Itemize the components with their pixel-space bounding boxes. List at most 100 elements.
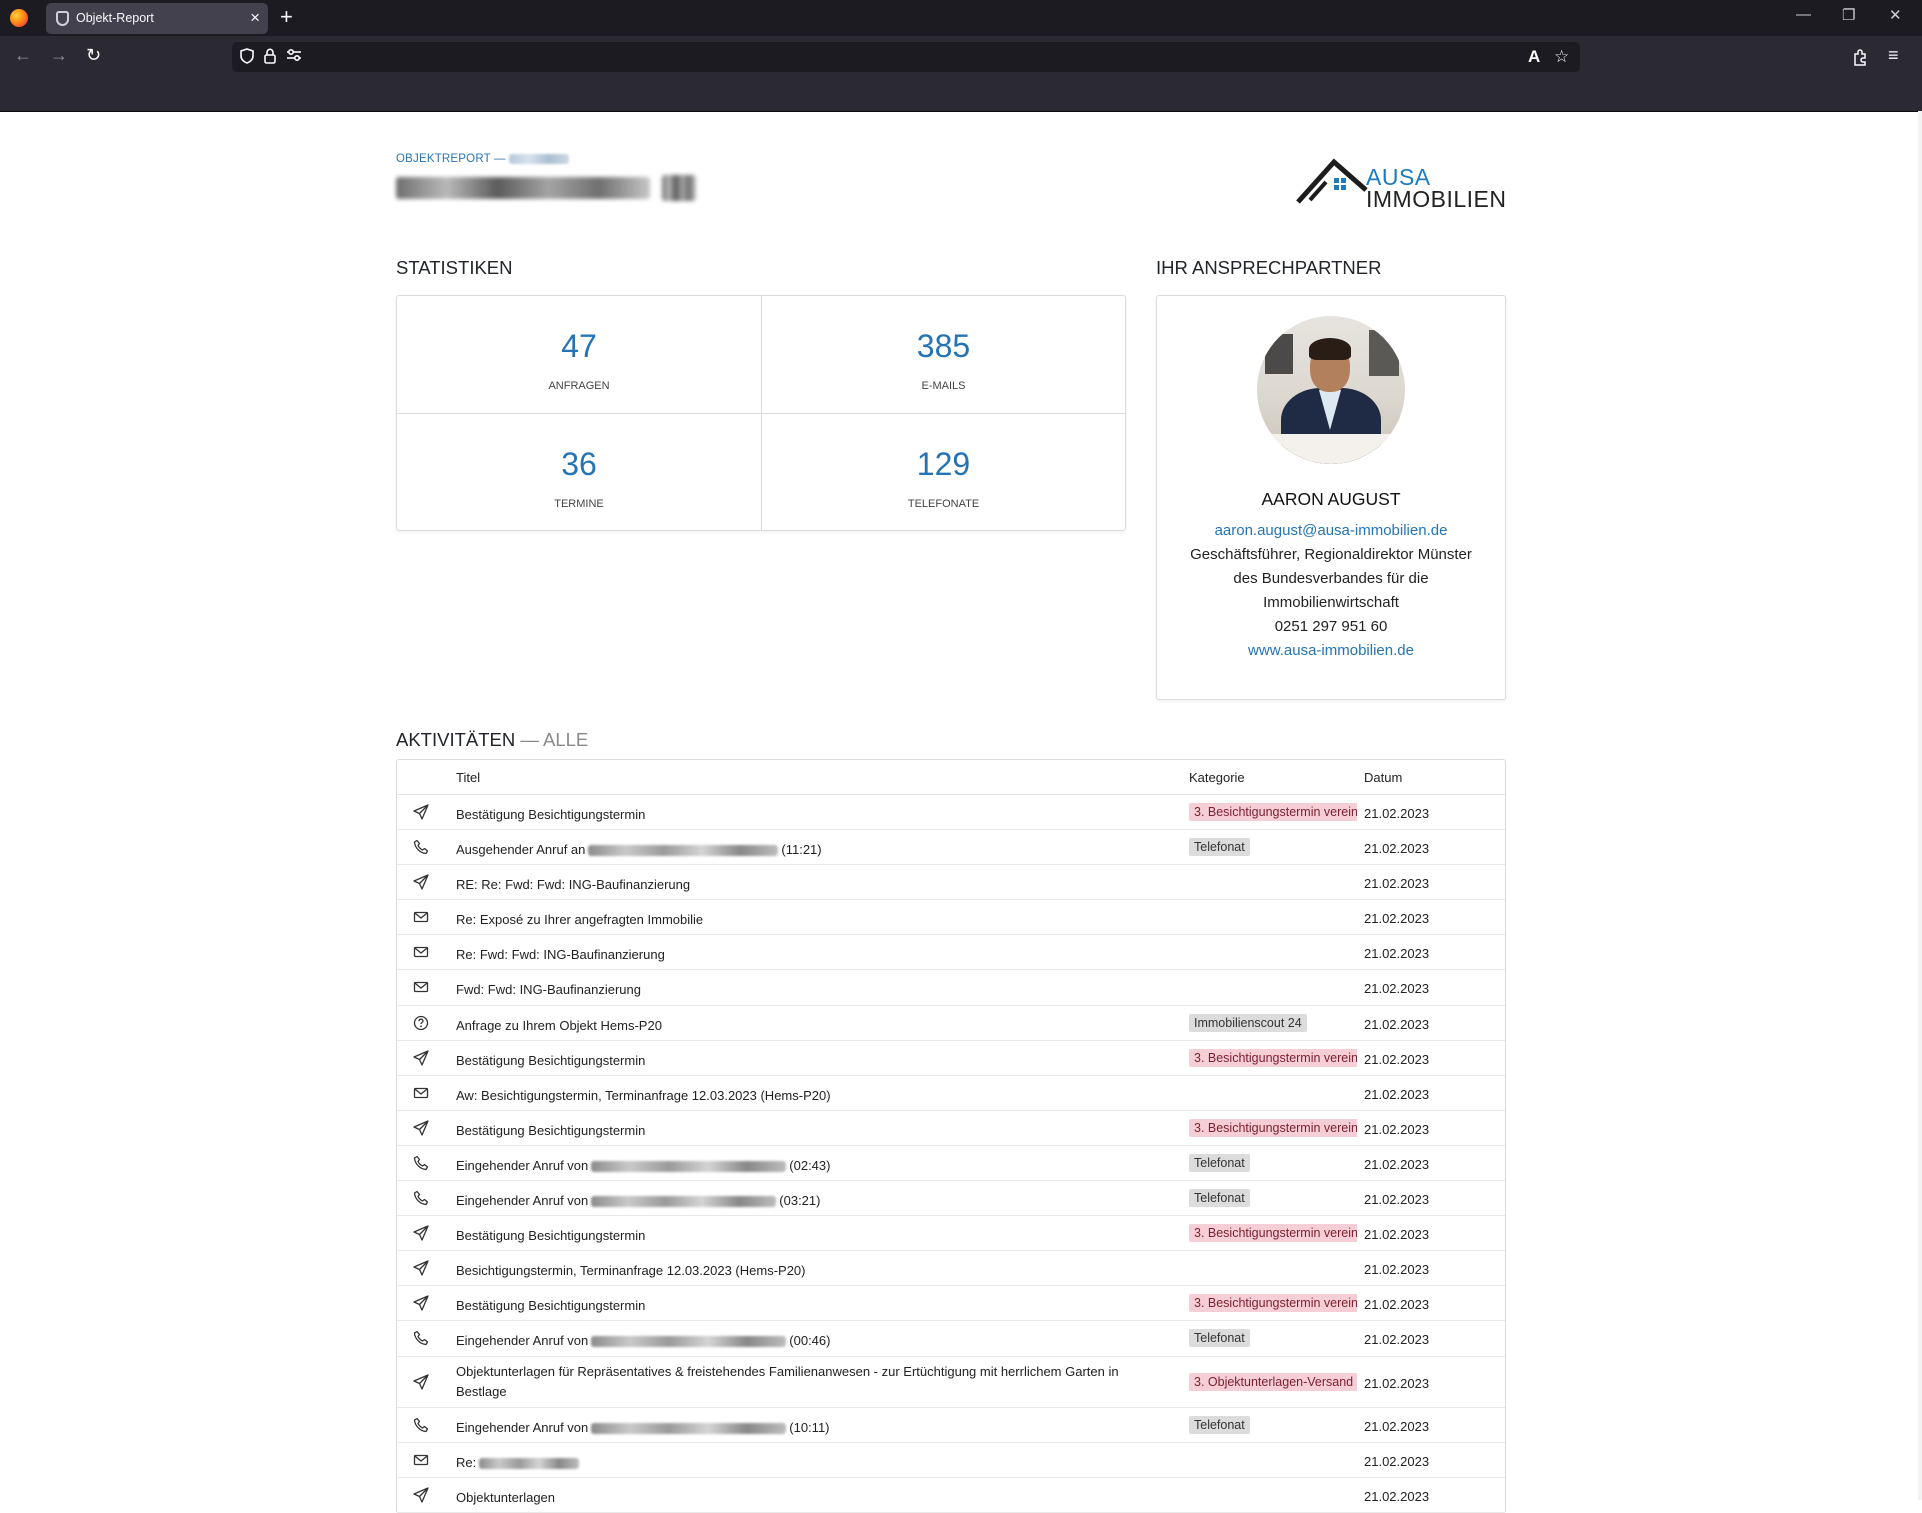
bookmark-star-icon[interactable]: ☆ bbox=[1554, 47, 1569, 67]
activities-filter-link[interactable]: — ALLE bbox=[515, 729, 588, 750]
activity-date: 21.02.2023 bbox=[1364, 1453, 1430, 1469]
activity-title: Re: Exposé zu Ihrer angefragten Immobili… bbox=[456, 912, 704, 928]
reader-view-icon[interactable]: A bbox=[1528, 47, 1540, 67]
activity-title: Besichtigungstermin, Terminanfrage 12.03… bbox=[456, 1263, 806, 1279]
phone-icon bbox=[413, 1155, 429, 1171]
table-row[interactable]: Bestätigung Besichtigungstermin 3. Besich… bbox=[397, 1216, 1505, 1252]
extensions-icon[interactable] bbox=[1852, 48, 1868, 66]
activity-category-cell: Telefonat bbox=[1189, 1329, 1357, 1348]
activity-date: 21.02.2023 bbox=[1364, 1375, 1430, 1391]
redacted-title-number bbox=[662, 175, 697, 201]
lock-icon[interactable] bbox=[264, 48, 276, 64]
table-row[interactable]: Re: Exposé zu Ihrer angefragten Immobili… bbox=[397, 900, 1505, 936]
url-bar[interactable]: A ☆ bbox=[232, 42, 1580, 72]
chrome-divider bbox=[0, 111, 1922, 112]
table-row[interactable]: Objektunterlagen für Repräsentatives & f… bbox=[397, 1357, 1505, 1408]
tab-favicon-icon bbox=[56, 11, 69, 26]
stat-label: ANFRAGEN bbox=[548, 380, 610, 392]
contact-email-link[interactable]: aaron.august@ausa-immobilien.de bbox=[1157, 522, 1505, 539]
breadcrumb-label: OBJEKTREPORT — bbox=[396, 153, 510, 165]
column-header-date[interactable]: Datum bbox=[1364, 770, 1402, 785]
activity-date: 21.02.2023 bbox=[1364, 1262, 1430, 1278]
browser-toolbar-strip bbox=[0, 78, 1922, 111]
mail-icon bbox=[413, 979, 429, 995]
table-row[interactable]: Eingehender Anruf von (03:21) Telefonat 21.… bbox=[397, 1181, 1505, 1217]
forward-icon[interactable]: → bbox=[50, 45, 68, 66]
table-header: Titel Kategorie Datum bbox=[397, 760, 1505, 795]
table-row[interactable]: Bestätigung Besichtigungstermin 3. Besich… bbox=[397, 795, 1505, 831]
table-row[interactable]: Eingehender Anruf von (02:43) Telefonat 21.… bbox=[397, 1146, 1505, 1182]
send-icon bbox=[413, 804, 429, 820]
page-title-redacted bbox=[396, 175, 697, 201]
activity-category-cell: Telefonat bbox=[1189, 1415, 1357, 1434]
activity-title: Aw: Besichtigungstermin, Terminanfrage 1… bbox=[456, 1087, 831, 1103]
activity-title-cell: Bestätigung Besichtigungstermin bbox=[456, 1051, 1168, 1071]
contact-name: AARON AUGUST bbox=[1261, 489, 1401, 509]
contact-role-line-1: Geschäftsführer, Regionaldirektor Münste… bbox=[1190, 546, 1472, 563]
contact-website-link[interactable]: www.ausa-immobilien.de bbox=[1157, 642, 1505, 659]
category-badge: Telefonat bbox=[1189, 1153, 1250, 1172]
activity-title-cell: Anfrage zu Ihrem Objekt Hems-P20 bbox=[456, 1016, 1168, 1036]
window-minimize-button[interactable]: — bbox=[1796, 6, 1811, 23]
activity-title-cell: Objektunterlagen bbox=[456, 1488, 1168, 1508]
table-row[interactable]: RE: Re: Fwd: Fwd: ING-Baufinanzierung 21.… bbox=[397, 865, 1505, 901]
table-row[interactable]: Bestätigung Besichtigungstermin 3. Besich… bbox=[397, 1041, 1505, 1076]
activity-category-cell: 3. Objektunterlagen-Versand bbox=[1189, 1372, 1357, 1391]
stat-anfragen: 47 ANFRAGEN bbox=[397, 296, 761, 413]
send-icon bbox=[413, 1050, 429, 1066]
mail-icon bbox=[413, 944, 429, 960]
table-row[interactable]: Anfrage zu Ihrem Objekt Hems-P20 Immobili… bbox=[397, 1006, 1505, 1041]
phone-icon bbox=[413, 1330, 429, 1346]
table-row[interactable]: Aw: Besichtigungstermin, Terminanfrage 1… bbox=[397, 1076, 1505, 1111]
activity-date: 21.02.2023 bbox=[1364, 1297, 1430, 1313]
page-scrollbar[interactable] bbox=[1918, 111, 1922, 1500]
table-row[interactable]: Objektunterlagen 21.02.2023 bbox=[397, 1478, 1505, 1513]
window-restore-button[interactable]: ❐ bbox=[1842, 6, 1855, 24]
shield-icon[interactable] bbox=[240, 48, 254, 64]
activity-title: Eingehender Anruf von bbox=[456, 1333, 589, 1349]
logo-text-immobilien: IMMOBILIEN bbox=[1366, 186, 1507, 212]
category-badge: 3. Besichtigungstermin vereinbart bbox=[1189, 803, 1357, 821]
table-row[interactable]: Besichtigungstermin, Terminanfrage 12.03… bbox=[397, 1251, 1505, 1287]
activity-title-cell: Eingehender Anruf von (00:46) bbox=[456, 1331, 1168, 1351]
table-row[interactable]: Bestätigung Besichtigungstermin 3. Besich… bbox=[397, 1286, 1505, 1322]
activity-title: Eingehender Anruf von bbox=[456, 1157, 589, 1173]
activity-date: 21.02.2023 bbox=[1364, 1227, 1430, 1243]
activity-date: 21.02.2023 bbox=[1364, 841, 1430, 857]
redacted-contact bbox=[588, 845, 779, 857]
menu-icon[interactable]: ≡ bbox=[1888, 45, 1899, 66]
permissions-icon[interactable] bbox=[286, 48, 302, 62]
browser-toolbar: ← → ↻ A ☆ ≡ bbox=[0, 36, 1922, 78]
activity-date: 21.02.2023 bbox=[1364, 806, 1430, 821]
column-header-title[interactable]: Titel bbox=[456, 770, 480, 785]
contact-phone: 0251 297 951 60 bbox=[1274, 618, 1388, 635]
send-icon bbox=[413, 1487, 429, 1503]
stat-value: 385 bbox=[916, 328, 971, 364]
table-row[interactable]: Re: 21.02.2023 bbox=[397, 1443, 1505, 1478]
new-tab-button[interactable]: + bbox=[280, 4, 293, 30]
send-icon bbox=[413, 1260, 429, 1276]
activity-title: Bestätigung Besichtigungstermin bbox=[456, 807, 646, 822]
activity-title: Anfrage zu Ihrem Objekt Hems-P20 bbox=[456, 1017, 662, 1033]
table-row[interactable]: Eingehender Anruf von (10:11) Telefonat 21.… bbox=[397, 1408, 1505, 1443]
activity-title: Objektunterlagen für Repräsentatives & f… bbox=[456, 1363, 1119, 1399]
tab-close-icon[interactable]: × bbox=[250, 8, 260, 28]
avatar bbox=[1257, 316, 1405, 464]
table-row[interactable]: Bestätigung Besichtigungstermin 3. Besich… bbox=[397, 1111, 1505, 1146]
category-badge: Immobilienscout 24 bbox=[1189, 1013, 1307, 1032]
reload-icon[interactable]: ↻ bbox=[86, 45, 101, 66]
table-row[interactable]: Re: Fwd: Fwd: ING-Baufinanzierung 21.02.2… bbox=[397, 935, 1505, 971]
window-close-button[interactable]: ✕ bbox=[1889, 6, 1902, 24]
send-icon bbox=[413, 1295, 429, 1311]
table-row[interactable]: Ausgehender Anruf an (11:21) Telefonat 21.0… bbox=[397, 830, 1505, 866]
mail-icon bbox=[413, 909, 429, 925]
browser-tab-active[interactable]: Objekt-Report × bbox=[46, 3, 268, 34]
column-header-category[interactable]: Kategorie bbox=[1189, 770, 1245, 785]
activity-date: 21.02.2023 bbox=[1364, 1488, 1430, 1504]
activity-date: 21.02.2023 bbox=[1364, 1192, 1430, 1208]
table-row[interactable]: Fwd: Fwd: ING-Baufinanzierung 21.02.2023 bbox=[397, 970, 1505, 1006]
activity-category-cell: Telefonat bbox=[1189, 1153, 1357, 1172]
table-row[interactable]: Eingehender Anruf von (00:46) Telefonat 21.… bbox=[397, 1321, 1505, 1357]
back-icon[interactable]: ← bbox=[14, 45, 32, 66]
activity-title-cell: Eingehender Anruf von (03:21) bbox=[456, 1191, 1168, 1211]
